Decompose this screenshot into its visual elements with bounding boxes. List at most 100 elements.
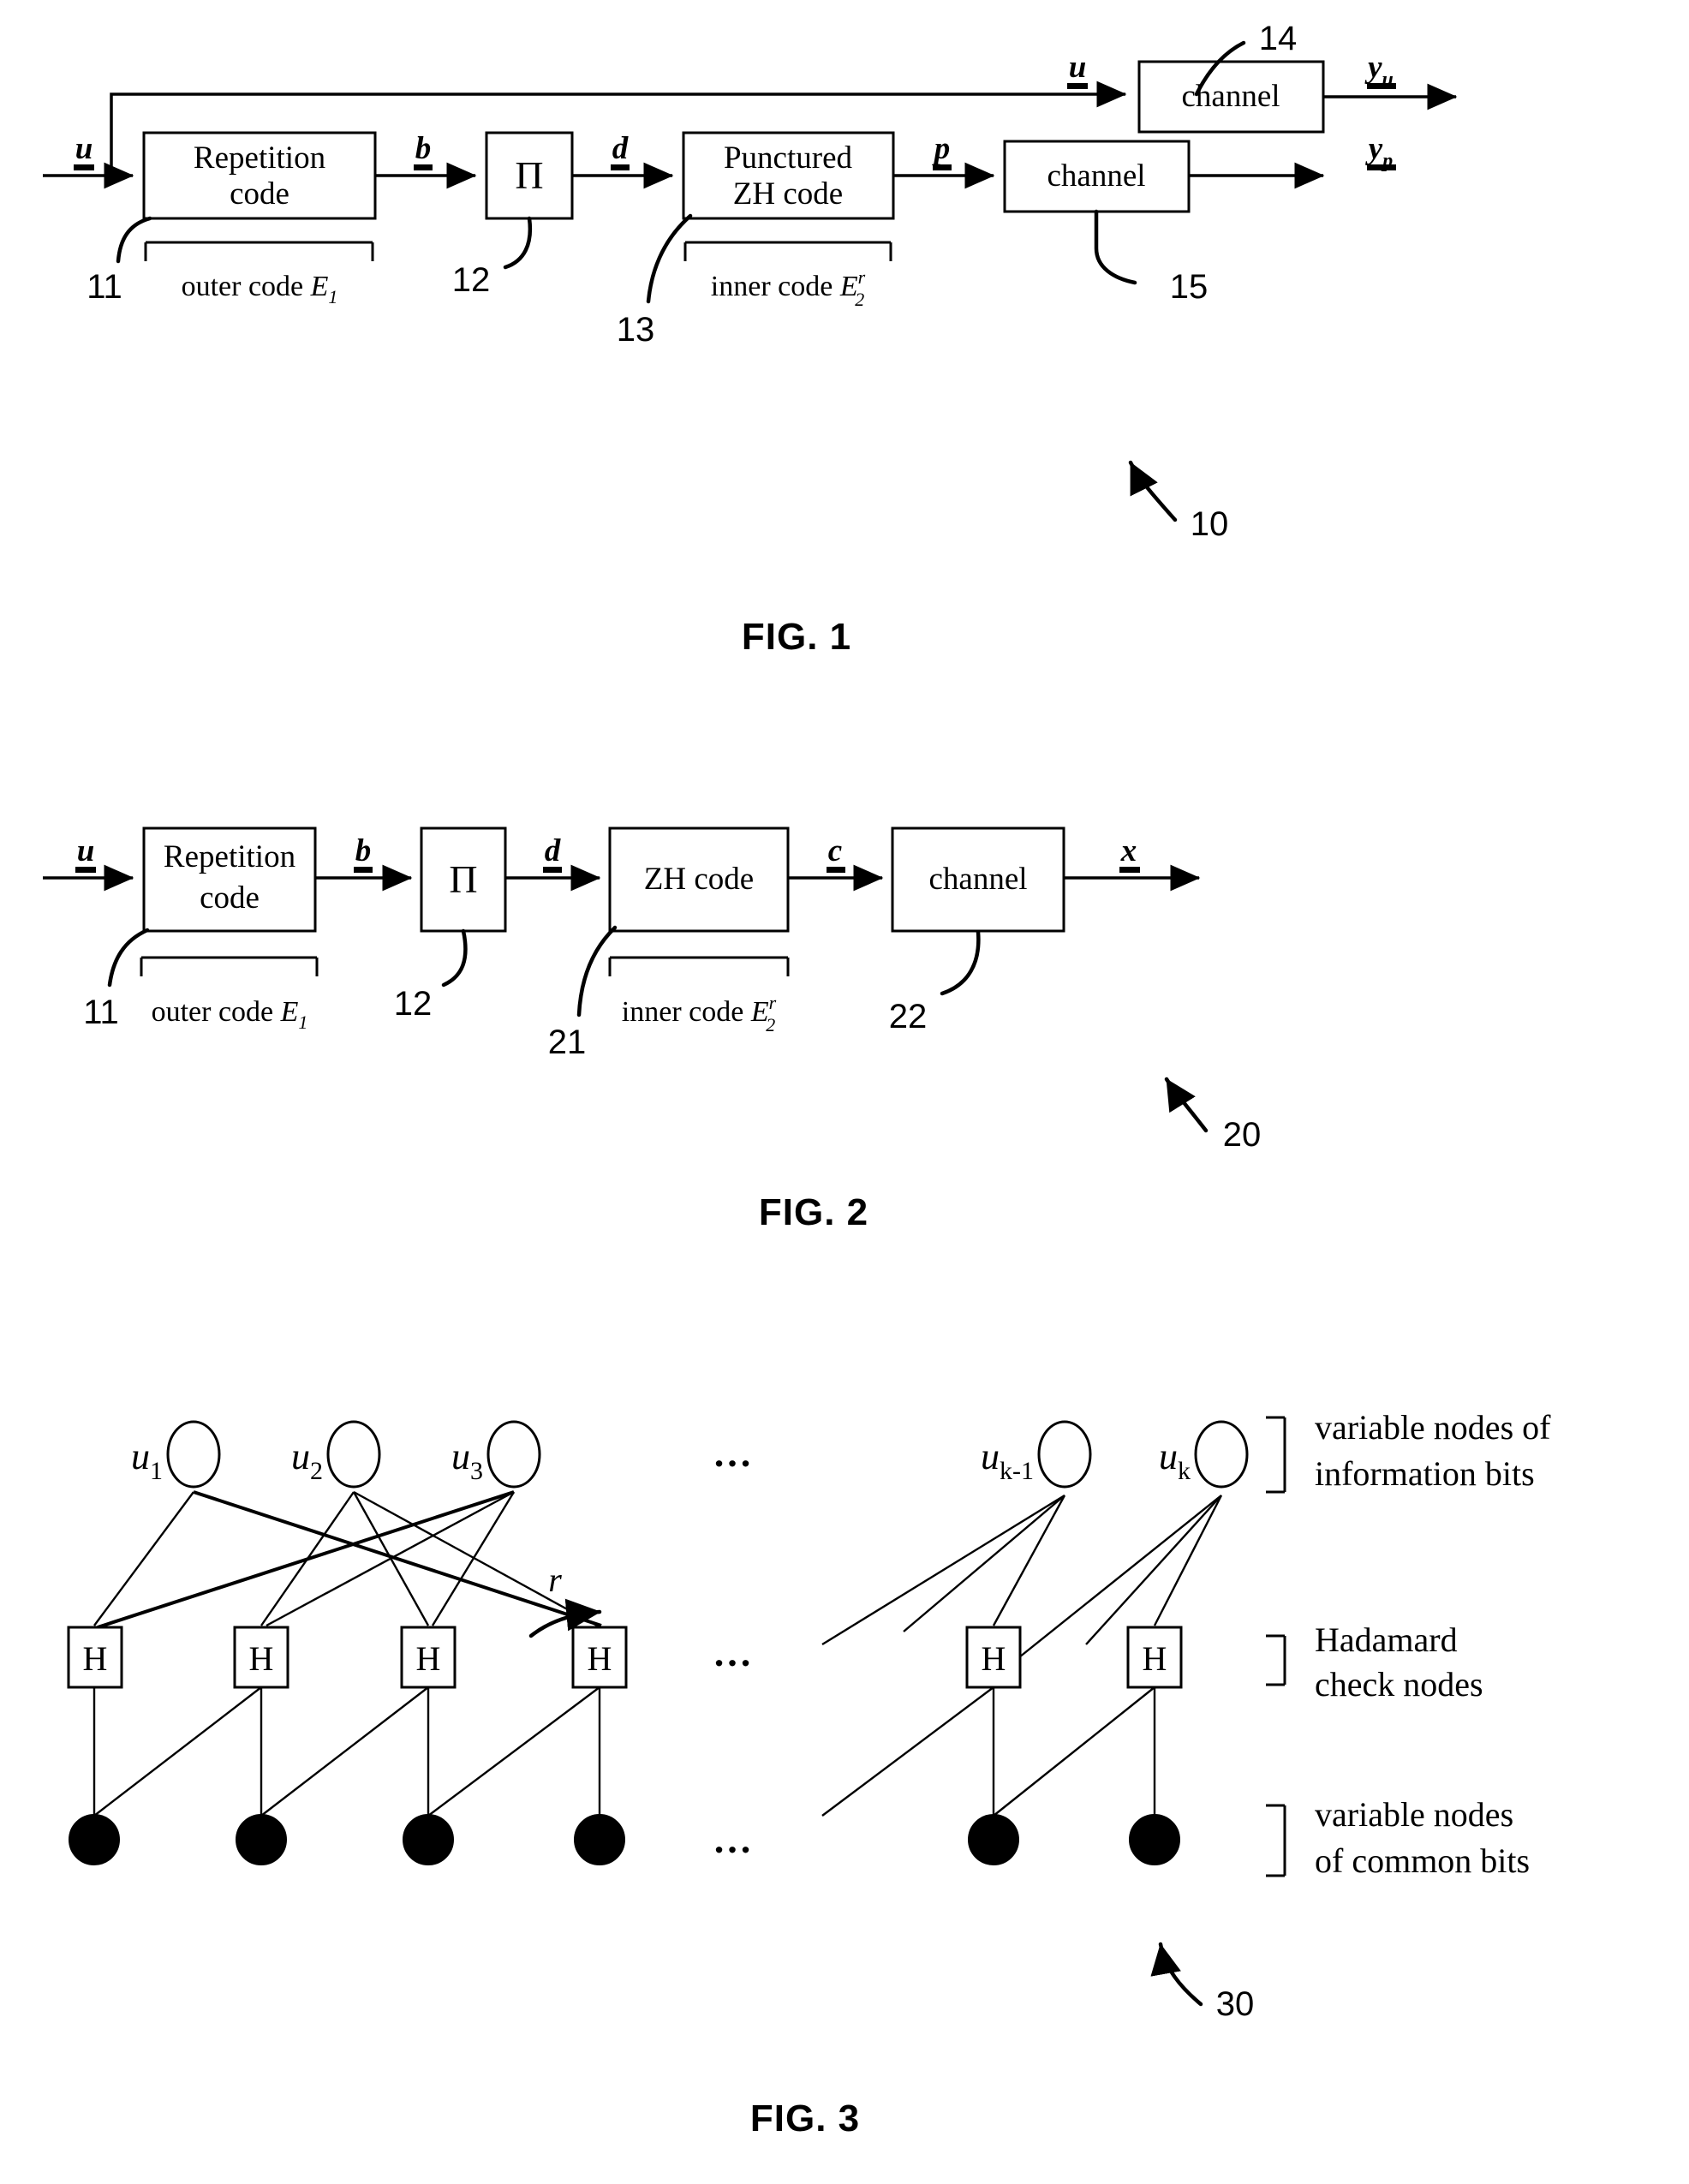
fig1-signal-y-p: yp	[1365, 131, 1396, 172]
fig2-block-interleaver-label: Π	[449, 857, 477, 901]
fig3-caption: FIG. 3	[750, 2097, 860, 2139]
svg-text:d: d	[545, 833, 561, 868]
fig3-common-node-3	[403, 1814, 454, 1865]
fig2-lead-20	[1164, 1077, 1209, 1133]
fig3-common-nodes	[69, 1814, 1180, 1865]
fig3-check-node-5-label: H	[982, 1639, 1006, 1678]
fig2-block-repetition-code-label-2: code	[200, 880, 260, 916]
fig3-edges-check-to-common	[93, 1686, 1156, 1817]
fig1-brace-outer-code-label: outer code E1	[182, 271, 338, 307]
fig2-lead-22	[940, 929, 981, 996]
svg-text:u: u	[1069, 50, 1087, 85]
fig3-ref-30: 30	[1216, 1985, 1255, 2023]
fig1-signal-u-in: u	[74, 131, 94, 170]
fig3-side-label-info-line2: information bits	[1315, 1454, 1535, 1493]
fig2-brace-inner-code: inner code Er 2	[608, 956, 790, 1035]
fig3-check-node-1: H	[67, 1626, 123, 1689]
fig1-ref-10: 10	[1191, 505, 1229, 543]
fig3-check-node-3: H	[400, 1626, 457, 1689]
fig2-block-zh-code-label: ZH code	[644, 862, 754, 897]
fig1-block-channel-u-label: channel	[1181, 79, 1280, 114]
fig3-rate-label: r	[548, 1560, 562, 1599]
figure-3: r u1 u2 u3 … uk-1 uk H H H H … H H … var…	[67, 1408, 1551, 2139]
fig1-lead-12	[503, 216, 533, 270]
fig1-block-channel-p-label: channel	[1047, 158, 1145, 194]
fig1-block-punctured-zh-code-label-1: Punctured	[724, 140, 853, 176]
fig2-ref-12: 12	[394, 985, 433, 1023]
fig3-side-label-common-line2: of common bits	[1315, 1841, 1530, 1880]
fig1-block-punctured-zh-code-label-2: ZH code	[733, 176, 843, 212]
fig3-info-node-1: u1	[131, 1420, 221, 1489]
fig3-side-label-info: variable nodes of information bits	[1266, 1408, 1551, 1494]
fig1-ref-12: 12	[452, 261, 491, 299]
svg-text:b: b	[355, 833, 372, 868]
fig2-brace-outer-code: outer code E1	[140, 956, 319, 1033]
fig3-check-node-3-label: H	[416, 1639, 441, 1678]
fig3-info-node-2-label: u2	[291, 1435, 323, 1485]
fig1-block-repetition-code-label-2: code	[230, 176, 289, 212]
svg-text:p: p	[932, 131, 951, 166]
fig2-block-channel-label: channel	[928, 862, 1027, 897]
fig3-info-node-k-1: uk-1	[981, 1420, 1092, 1489]
fig1-block-interleaver-label: Π	[515, 153, 543, 197]
fig3-check-node-2-label: H	[249, 1639, 274, 1678]
fig3-common-node-2	[236, 1814, 287, 1865]
svg-text:d: d	[612, 131, 629, 166]
fig1-signal-d: d	[611, 131, 630, 170]
fig1-brace-outer-code: outer code E1	[144, 241, 374, 307]
fig1-ref-13: 13	[617, 311, 655, 349]
fig3-check-row-ellipsis: …	[713, 1631, 752, 1674]
fig3-info-node-3: u3	[451, 1420, 541, 1489]
fig3-info-node-2: u2	[291, 1420, 381, 1489]
fig3-side-label-info-line1: variable nodes of	[1315, 1408, 1551, 1447]
fig2-signal-b: b	[354, 833, 373, 873]
svg-text:x: x	[1120, 833, 1137, 868]
fig3-info-row-ellipsis: …	[713, 1431, 752, 1475]
fig2-ref-11: 11	[83, 994, 119, 1031]
fig2-brace-outer-code-label: outer code E1	[152, 996, 308, 1033]
fig1-block-repetition-code-label-1: Repetition	[194, 140, 325, 176]
fig2-ref-22: 22	[889, 998, 928, 1035]
fig3-check-node-4-label: H	[588, 1639, 612, 1678]
svg-text:u: u	[75, 131, 93, 166]
fig3-side-label-check: Hadamard check nodes	[1266, 1620, 1483, 1704]
fig2-signal-d: d	[543, 833, 562, 873]
fig3-common-node-1	[69, 1814, 120, 1865]
fig3-side-label-common-line1: variable nodes	[1315, 1795, 1513, 1834]
fig2-brace-inner-code-label: inner code Er 2	[622, 992, 777, 1035]
fig3-common-node-6	[1129, 1814, 1180, 1865]
patent-drawing-sheet: channel u yu 14 Repetition code Π Punctu…	[0, 0, 1689, 2184]
fig3-info-node-1-label: u1	[131, 1435, 163, 1485]
fig3-info-node-k-label: uk	[1159, 1435, 1191, 1485]
fig2-signal-c: c	[827, 833, 845, 873]
figure-1: channel u yu 14 Repetition code Π Punctu…	[43, 20, 1458, 658]
svg-text:u: u	[77, 833, 95, 868]
fig1-signal-u-top: u	[1067, 50, 1088, 89]
svg-text:c: c	[828, 833, 842, 868]
fig3-rate-annotation: r	[528, 1560, 602, 1638]
fig1-brace-inner-code-label: inner code Er 2	[711, 266, 866, 310]
fig3-check-node-1-label: H	[83, 1639, 108, 1678]
fig3-side-label-check-line1: Hadamard	[1315, 1620, 1458, 1659]
fig1-ref-14: 14	[1259, 20, 1298, 57]
fig1-signal-y-u: yu	[1364, 50, 1396, 91]
fig2-signal-x: x	[1119, 833, 1140, 873]
fig3-check-node-4: H	[571, 1626, 628, 1689]
fig3-side-label-check-line2: check nodes	[1315, 1665, 1483, 1704]
fig3-common-node-5	[968, 1814, 1019, 1865]
fig1-signal-b: b	[414, 131, 433, 170]
fig3-common-node-4	[574, 1814, 625, 1865]
fig1-lead-15	[1094, 209, 1137, 285]
fig1-lead-10	[1128, 460, 1178, 522]
fig2-block-repetition-code-label-1: Repetition	[164, 839, 295, 874]
fig2-lead-12	[441, 928, 468, 988]
fig1-brace-inner-code: inner code Er 2	[683, 241, 892, 310]
fig3-info-node-3-label: u3	[451, 1435, 483, 1485]
fig3-common-row-ellipsis: …	[713, 1817, 752, 1861]
svg-text:b: b	[415, 131, 432, 166]
fig3-check-node-6: H	[1126, 1626, 1183, 1689]
fig3-check-node-6-label: H	[1143, 1639, 1167, 1678]
fig3-lead-30	[1150, 1942, 1203, 2007]
fig1-ref-15: 15	[1170, 268, 1209, 306]
fig2-signal-u: u	[75, 833, 96, 873]
